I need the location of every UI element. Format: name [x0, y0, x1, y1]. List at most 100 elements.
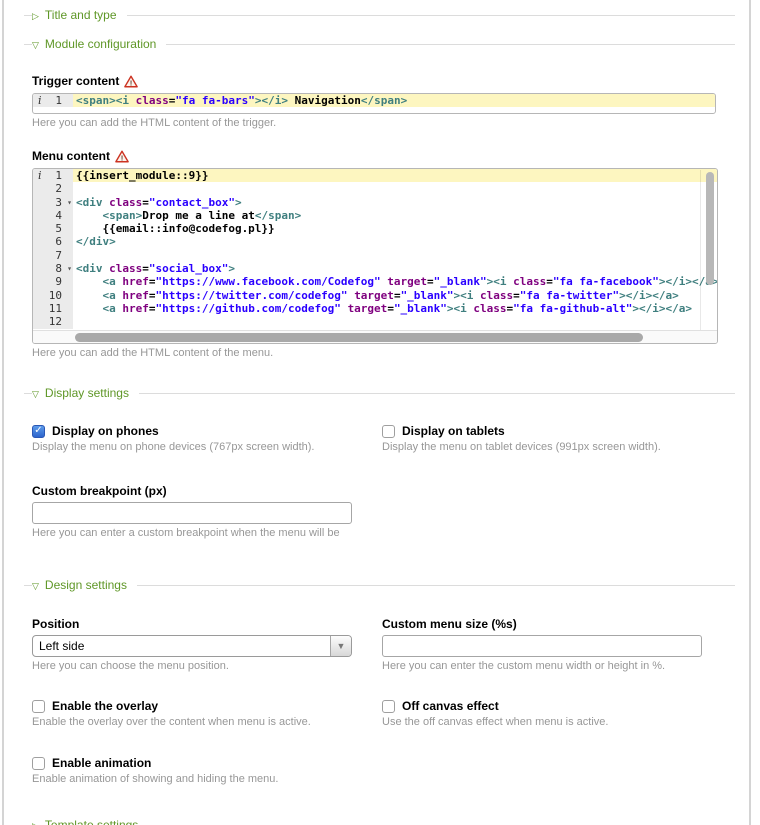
gutter-line-number: 2: [33, 182, 73, 195]
gutter-line-number: 8▾: [33, 262, 73, 275]
enable-animation-field: Enable animation Enable animation of sho…: [32, 756, 382, 785]
section-title-and-type[interactable]: ▷Title and type: [32, 6, 735, 24]
chevron-down-icon: ▽: [32, 36, 39, 54]
code-text[interactable]: <div class="social_box">: [73, 262, 717, 275]
chevron-right-icon: ▷: [32, 817, 39, 825]
trigger-content-field: Trigger content ! 1i<span><i class="fa f…: [32, 73, 735, 129]
trigger-content-label: Trigger content !: [32, 73, 735, 89]
horizontal-scrollbar[interactable]: [33, 330, 717, 343]
fold-arrow-icon[interactable]: ▾: [67, 262, 72, 275]
code-text[interactable]: <a href="https://github.com/codefog" tar…: [73, 302, 717, 315]
enable-overlay-label[interactable]: Enable the overlay: [52, 699, 158, 713]
position-select-value: Left side: [33, 639, 330, 653]
print-margin-line: [700, 170, 701, 330]
code-text[interactable]: [73, 249, 717, 262]
code-line[interactable]: 11 <a href="https://github.com/codefog" …: [33, 302, 717, 315]
display-on-tablets-field: Display on tablets Display the menu on t…: [382, 424, 732, 453]
custom-breakpoint-help: Here you can enter a custom breakpoint w…: [32, 527, 735, 539]
section-module-configuration[interactable]: ▽ Module configuration: [32, 35, 735, 53]
svg-text:!: !: [121, 155, 123, 162]
code-text[interactable]: <a href="https://www.facebook.com/Codefo…: [73, 275, 717, 288]
svg-text:!: !: [130, 80, 132, 87]
display-on-tablets-label[interactable]: Display on tablets: [402, 424, 505, 438]
section-design-settings[interactable]: ▽ Design settings: [32, 576, 735, 594]
off-canvas-label[interactable]: Off canvas effect: [402, 699, 499, 713]
menu-size-input[interactable]: [382, 635, 702, 657]
code-text[interactable]: <a href="https://twitter.com/codefog" ta…: [73, 289, 717, 302]
display-on-phones-help: Display the menu on phone devices (767px…: [32, 441, 382, 453]
off-canvas-checkbox[interactable]: [382, 700, 395, 713]
position-help: Here you can choose the menu position.: [32, 660, 382, 672]
trigger-content-help: Here you can add the HTML content of the…: [32, 117, 735, 129]
position-select[interactable]: Left side ▼: [32, 635, 352, 657]
code-line[interactable]: 10 <a href="https://twitter.com/codefog"…: [33, 289, 717, 302]
dropdown-arrow-icon: ▼: [330, 636, 351, 656]
enable-animation-help: Enable animation of showing and hiding t…: [32, 773, 382, 785]
code-line[interactable]: 5 {{email::info@codefog.pl}}: [33, 222, 717, 235]
code-line[interactable]: 12: [33, 315, 717, 328]
code-line[interactable]: 8▾<div class="social_box">: [33, 262, 717, 275]
section-label: Display settings: [45, 386, 129, 400]
code-text[interactable]: [73, 315, 717, 328]
warning-icon: !: [124, 75, 138, 88]
gutter-line-number: 7: [33, 249, 73, 262]
menu-size-help: Here you can enter the custom menu width…: [382, 660, 732, 672]
warning-icon: !: [115, 150, 129, 163]
custom-breakpoint-label: Custom breakpoint (px): [32, 484, 167, 498]
code-text[interactable]: </div>: [73, 235, 717, 248]
menu-size-field: Custom menu size (%s) Here you can enter…: [382, 616, 732, 672]
code-line[interactable]: 1i<span><i class="fa fa-bars"></i> Navig…: [33, 94, 715, 107]
enable-animation-checkbox[interactable]: [32, 757, 45, 770]
horizontal-scrollbar-thumb[interactable]: [75, 333, 643, 342]
chevron-down-icon: ▽: [32, 577, 39, 595]
gutter-line-number: 9: [33, 275, 73, 288]
vertical-scrollbar-thumb[interactable]: [706, 172, 714, 285]
code-line[interactable]: 3▾<div class="contact_box">: [33, 196, 717, 209]
code-line[interactable]: 9 <a href="https://www.facebook.com/Code…: [33, 275, 717, 288]
menu-content-field: Menu content ! 1i{{insert_module::9}}23▾…: [32, 148, 735, 359]
custom-breakpoint-input[interactable]: [32, 502, 352, 524]
vertical-scrollbar[interactable]: [705, 171, 715, 328]
enable-overlay-field: Enable the overlay Enable the overlay ov…: [32, 699, 382, 728]
enable-animation-label[interactable]: Enable animation: [52, 756, 151, 770]
code-line[interactable]: 2: [33, 182, 717, 195]
fold-arrow-icon[interactable]: ▾: [67, 196, 72, 209]
code-text[interactable]: {{email::info@codefog.pl}}: [73, 222, 717, 235]
display-on-phones-checkbox[interactable]: ✓: [32, 425, 45, 438]
code-text[interactable]: <div class="contact_box">: [73, 196, 717, 209]
off-canvas-field: Off canvas effect Use the off canvas eff…: [382, 699, 732, 728]
code-line[interactable]: 1i{{insert_module::9}}: [33, 169, 717, 182]
display-on-phones-label[interactable]: Display on phones: [52, 424, 159, 438]
annotation-info-icon: i: [38, 169, 42, 182]
off-canvas-help: Use the off canvas effect when menu is a…: [382, 716, 732, 728]
gutter-line-number: 12: [33, 315, 73, 328]
gutter-line-number: 1i: [33, 94, 73, 107]
code-text[interactable]: <span><i class="fa fa-bars"></i> Navigat…: [73, 94, 715, 107]
gutter-line-number: 1i: [33, 169, 73, 182]
menu-content-editor[interactable]: 1i{{insert_module::9}}23▾<div class="con…: [32, 168, 718, 344]
enable-overlay-help: Enable the overlay over the content when…: [32, 716, 382, 728]
code-text[interactable]: [73, 182, 717, 195]
code-line[interactable]: 4 <span>Drop me a line at</span>: [33, 209, 717, 222]
section-label: Module configuration: [45, 37, 156, 51]
trigger-content-editor[interactable]: 1i<span><i class="fa fa-bars"></i> Navig…: [32, 93, 716, 114]
module-edit-form: ▷Title and type ▽ Module configuration Tr…: [2, 0, 751, 825]
code-text[interactable]: {{insert_module::9}}: [73, 169, 717, 182]
display-on-phones-field: ✓ Display on phones Display the menu on …: [32, 424, 382, 453]
position-field: Position Left side ▼ Here you can choose…: [32, 616, 382, 672]
gutter-line-number: 5: [33, 222, 73, 235]
custom-breakpoint-field: Custom breakpoint (px) Here you can ente…: [32, 483, 735, 539]
code-line[interactable]: 6</div>: [33, 235, 717, 248]
display-on-tablets-checkbox[interactable]: [382, 425, 395, 438]
display-on-tablets-help: Display the menu on tablet devices (991p…: [382, 441, 732, 453]
section-display-settings[interactable]: ▽Display settings: [32, 384, 735, 402]
code-text[interactable]: <span>Drop me a line at</span>: [73, 209, 717, 222]
section-template-settings[interactable]: ▷Template settings: [32, 816, 735, 825]
section-label: Design settings: [45, 578, 127, 592]
position-label: Position: [32, 617, 79, 631]
enable-overlay-checkbox[interactable]: [32, 700, 45, 713]
code-line[interactable]: 7: [33, 249, 717, 262]
menu-content-label: Menu content !: [32, 148, 735, 164]
gutter-line-number: 4: [33, 209, 73, 222]
gutter-line-number: 11: [33, 302, 73, 315]
